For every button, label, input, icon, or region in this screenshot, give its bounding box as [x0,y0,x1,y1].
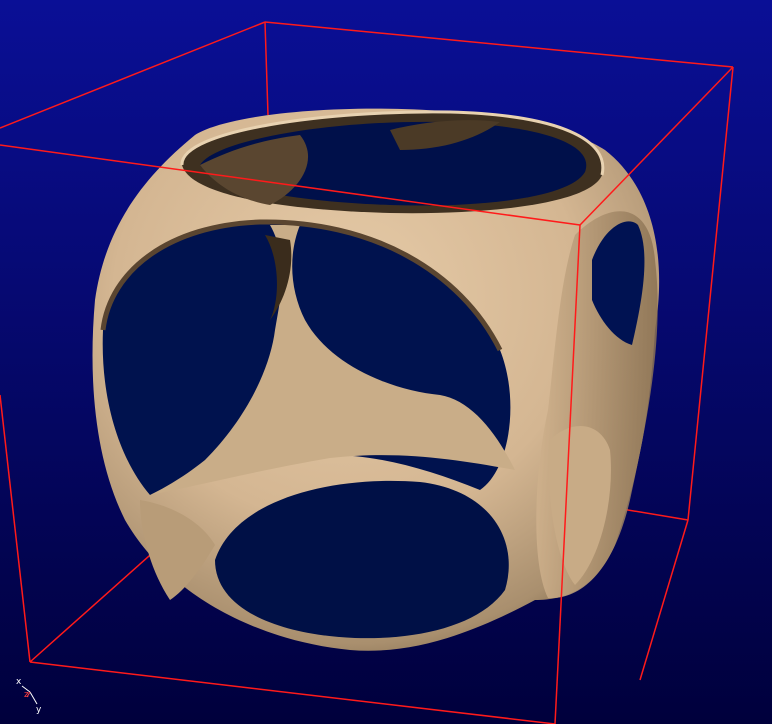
3d-scene[interactable]: x z y [0,0,772,724]
3d-viewport[interactable]: x z y [0,0,772,724]
3d-model[interactable] [92,108,660,651]
axis-x-label: x [16,677,22,687]
axis-z-label: z [24,690,29,700]
axis-y-label: y [36,705,42,715]
